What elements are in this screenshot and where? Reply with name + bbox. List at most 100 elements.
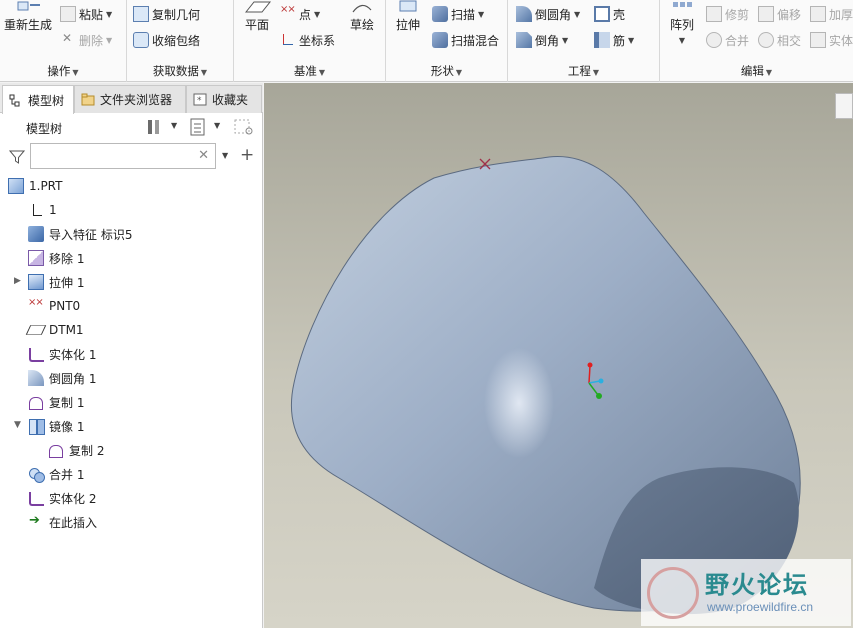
delete-chevron-down-icon[interactable]: ▼ xyxy=(106,36,112,45)
tree-item-datum-point[interactable]: PNT0 xyxy=(28,295,80,317)
group-engineering-label[interactable]: 工程 ▼ xyxy=(508,63,659,79)
extrude-button[interactable]: 拉伸 xyxy=(390,0,426,33)
swept-blend-button[interactable]: 扫描混合 xyxy=(432,30,499,50)
tree-item-copy-1[interactable]: 复制 1 xyxy=(28,391,84,413)
tab-model-tree[interactable]: 模型树 xyxy=(2,85,74,114)
tree-item-label: 实体化 1 xyxy=(49,347,97,362)
sketch-label: 草绘 xyxy=(349,18,374,32)
point-button[interactable]: 点 ▼ xyxy=(280,4,320,24)
tree-item-solidify-2[interactable]: 实体化 2 xyxy=(28,487,96,509)
delete-button[interactable]: 删除 ▼ xyxy=(60,30,112,50)
solidify-icon xyxy=(810,32,826,48)
tab-favorites[interactable]: * 收藏夹 xyxy=(186,85,262,113)
chamfer-button[interactable]: 倒角 ▼ xyxy=(516,30,568,50)
tab-folder-browser[interactable]: 文件夹浏览器 xyxy=(74,85,186,113)
filter-icon[interactable] xyxy=(8,149,26,165)
expand-icon[interactable]: ▶ xyxy=(14,276,21,286)
sweep-button[interactable]: 扫描 ▼ xyxy=(432,4,484,24)
merge-button[interactable]: 合并 xyxy=(706,30,749,50)
solidify-icon xyxy=(28,490,44,506)
group-get-data-text: 获取数据 xyxy=(152,64,199,78)
shell-button[interactable]: 壳 xyxy=(594,4,625,24)
regenerate-button[interactable]: 重新生成 xyxy=(2,0,54,33)
tree-item-solidify-1[interactable]: 实体化 1 xyxy=(28,343,96,365)
round-chevron-down-icon[interactable]: ▼ xyxy=(574,10,580,19)
thicken-button[interactable]: 加厚 xyxy=(810,4,853,24)
tree-item-copy-2[interactable]: 复制 2 xyxy=(48,439,104,461)
thicken-icon xyxy=(810,6,826,22)
tree-item-insert-here[interactable]: 在此插入 xyxy=(28,511,97,533)
chevron-down-icon: ▼ xyxy=(592,68,600,77)
view-toolbar-toggle[interactable] xyxy=(835,93,853,119)
paste-chevron-down-icon[interactable]: ▼ xyxy=(106,10,112,19)
tree-item-import-feature[interactable]: 导入特征 标识5 xyxy=(28,223,132,245)
offset-button[interactable]: 偏移 xyxy=(758,4,801,24)
tree-item-round[interactable]: 倒圆角 1 xyxy=(28,367,96,389)
intersect-button[interactable]: 相交 xyxy=(758,30,801,50)
rib-button[interactable]: 筋 ▼ xyxy=(594,30,634,50)
solidify-button[interactable]: 实体 xyxy=(810,30,853,50)
group-get-data-label[interactable]: 获取数据 ▼ xyxy=(127,63,233,79)
group-shapes-label[interactable]: 形状 ▼ xyxy=(386,63,507,79)
chamfer-icon xyxy=(516,32,532,48)
model-render[interactable] xyxy=(264,83,853,628)
tree-item-merge[interactable]: 合并 1 xyxy=(28,463,84,485)
column-display-icon[interactable] xyxy=(234,118,254,136)
chevron-down-icon: ▼ xyxy=(455,68,463,77)
tree-item-extrude[interactable]: ▶ 拉伸 1 xyxy=(14,271,84,293)
model-tree-toolbar: 模型树 ▼ ▼ xyxy=(0,113,263,141)
model-tree-search: ✕ xyxy=(30,143,216,169)
regenerate-icon xyxy=(13,0,43,14)
group-engineering-text: 工程 xyxy=(567,64,591,78)
group-get-data: 复制几何 收缩包络 获取数据 ▼ xyxy=(127,0,234,82)
add-icon[interactable]: + xyxy=(240,145,254,165)
copy-icon xyxy=(48,442,64,458)
settings-icon[interactable] xyxy=(146,118,162,136)
group-datum-label[interactable]: 基准 ▼ xyxy=(234,63,385,79)
model-tree-title: 模型树 xyxy=(26,122,63,136)
group-operations-label[interactable]: 操作 ▼ xyxy=(0,63,126,79)
sketch-icon xyxy=(347,0,377,14)
tree-item-datum-plane[interactable]: DTM1 xyxy=(25,319,84,341)
svg-text:*: * xyxy=(197,96,202,106)
show-chevron-down-icon[interactable]: ▼ xyxy=(214,121,220,130)
pattern-button[interactable]: 阵列 ▼ xyxy=(664,0,700,45)
search-input[interactable] xyxy=(33,146,193,166)
tree-item-csys[interactable]: 1 xyxy=(28,199,57,221)
sketch-button[interactable]: 草绘 xyxy=(344,0,380,33)
show-list-icon[interactable] xyxy=(190,118,206,136)
shrinkwrap-button[interactable]: 收缩包络 xyxy=(133,30,200,50)
sweep-chevron-down-icon[interactable]: ▼ xyxy=(478,10,484,19)
copy-geometry-button[interactable]: 复制几何 xyxy=(133,4,200,24)
mirror-icon xyxy=(28,418,45,435)
tree-item-remove[interactable]: 移除 1 xyxy=(28,247,84,269)
rib-chevron-down-icon[interactable]: ▼ xyxy=(628,36,634,45)
group-editing-label[interactable]: 编辑 ▼ xyxy=(660,63,853,79)
settings-chevron-down-icon[interactable]: ▼ xyxy=(171,121,177,130)
extrude-icon xyxy=(393,0,423,14)
chevron-down-icon: ▼ xyxy=(200,68,208,77)
trim-button[interactable]: 修剪 xyxy=(706,4,749,24)
tab-favorites-label: 收藏夹 xyxy=(212,93,249,107)
solidify-label: 实体 xyxy=(829,33,853,48)
clear-icon[interactable]: ✕ xyxy=(198,148,209,163)
forum-watermark: 野火论坛 www.proewildfire.cn xyxy=(641,559,851,626)
tree-item-part[interactable]: 1.PRT xyxy=(8,175,62,197)
group-engineering: 倒圆角 ▼ 倒角 ▼ 壳 筋 ▼ 工程 ▼ xyxy=(508,0,660,82)
point-chevron-down-icon[interactable]: ▼ xyxy=(314,10,320,19)
paste-icon xyxy=(60,6,76,22)
point-label: 点 xyxy=(299,7,312,22)
pattern-chevron-down-icon[interactable]: ▼ xyxy=(664,36,700,45)
search-chevron-down-icon[interactable]: ▼ xyxy=(222,151,228,160)
csys-button[interactable]: 坐标系 xyxy=(280,30,335,50)
round-icon xyxy=(516,6,532,22)
round-button[interactable]: 倒圆角 ▼ xyxy=(516,4,580,24)
graphics-viewport[interactable]: 野火论坛 www.proewildfire.cn xyxy=(264,83,853,628)
shell-label: 壳 xyxy=(613,7,626,22)
group-shapes-text: 形状 xyxy=(430,64,454,78)
collapse-icon[interactable]: ▼ xyxy=(14,420,21,430)
paste-button[interactable]: 粘贴 ▼ xyxy=(60,4,112,24)
tree-item-mirror[interactable]: ▼ 镜像 1 xyxy=(14,415,84,437)
plane-button[interactable]: 平面 xyxy=(238,0,276,33)
chamfer-chevron-down-icon[interactable]: ▼ xyxy=(562,36,568,45)
